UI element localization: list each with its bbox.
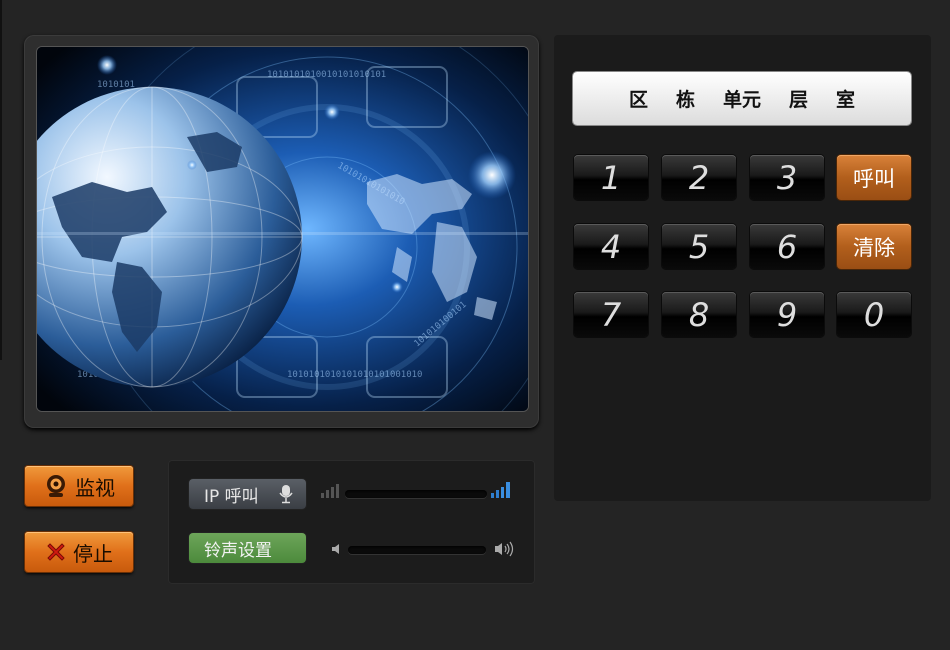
key-1[interactable]: 1 xyxy=(574,155,648,200)
monitor-label: 监视 xyxy=(75,475,115,500)
key-3[interactable]: 3 xyxy=(750,155,824,200)
ringtone-label: 铃声设置 xyxy=(204,540,272,561)
key-8[interactable]: 8 xyxy=(662,292,736,337)
call-button[interactable]: 呼叫 xyxy=(837,155,911,200)
clear-button[interactable]: 清除 xyxy=(837,224,911,269)
address-field-building: 栋 xyxy=(675,89,695,111)
svg-text:1010101010101010101001010: 1010101010101010101001010 xyxy=(287,370,422,380)
monitor-button[interactable]: 监视 xyxy=(25,466,133,506)
key-0[interactable]: 0 xyxy=(837,292,911,337)
signal-high-icon xyxy=(491,482,510,498)
speaker-low-icon xyxy=(332,544,339,554)
key-2[interactable]: 2 xyxy=(662,155,736,200)
webcam-icon xyxy=(43,473,69,499)
stop-label: 停止 xyxy=(73,541,113,566)
key-4[interactable]: 4 xyxy=(574,224,648,269)
microphone-icon xyxy=(278,484,294,509)
ip-call-button[interactable]: IP 呼叫 xyxy=(189,479,306,509)
globe-image: 1010101010010101010101 10101010101010 10… xyxy=(37,47,528,411)
address-display: 区 栋 单元 层 室 xyxy=(573,72,911,125)
ip-call-volume-slider[interactable] xyxy=(345,490,487,498)
ip-call-label: IP 呼叫 xyxy=(204,486,259,507)
signal-low-icon xyxy=(321,484,339,498)
video-preview: 1010101010010101010101 10101010101010 10… xyxy=(36,46,529,412)
address-field-district: 区 xyxy=(628,89,648,111)
key-7[interactable]: 7 xyxy=(574,292,648,337)
svg-text:1010101: 1010101 xyxy=(97,80,135,90)
keypad-panel: 区 栋 单元 层 室 1 2 3 呼叫 4 5 6 清除 7 8 9 0 xyxy=(554,35,931,501)
ringtone-volume-slider[interactable] xyxy=(348,546,486,554)
video-frame: 1010101010010101010101 10101010101010 10… xyxy=(24,35,539,428)
speaker-high-icon xyxy=(495,541,514,557)
window-edge xyxy=(0,0,2,360)
key-5[interactable]: 5 xyxy=(662,224,736,269)
red-x-icon xyxy=(45,541,67,563)
key-6[interactable]: 6 xyxy=(750,224,824,269)
address-field-unit: 单元 xyxy=(722,89,761,111)
audio-control-panel: IP 呼叫 铃声设置 xyxy=(168,460,535,584)
stop-button[interactable]: 停止 xyxy=(25,532,133,572)
ringtone-settings-button[interactable]: 铃声设置 xyxy=(189,533,306,563)
address-field-room: 室 xyxy=(836,89,856,111)
key-9[interactable]: 9 xyxy=(750,292,824,337)
address-field-floor: 层 xyxy=(789,89,809,111)
